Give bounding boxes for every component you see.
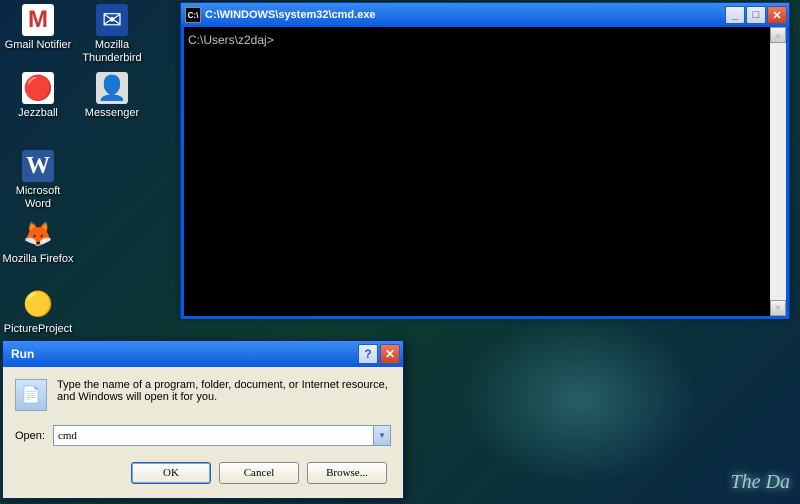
scroll-down-button[interactable]: ▼ bbox=[770, 300, 786, 316]
maximize-button[interactable]: □ bbox=[746, 6, 766, 24]
cmd-console-area[interactable]: C:\Users\z2daj> ▲ ▼ bbox=[181, 27, 789, 319]
desktop-icon-label: Mozilla Firefox bbox=[2, 253, 74, 266]
desktop-icon-thunderbird[interactable]: ✉ Mozilla Thunderbird bbox=[76, 4, 148, 65]
wallpaper-glow bbox=[440, 300, 720, 500]
desktop-icon-label: Jezzball bbox=[2, 107, 74, 120]
browse-button[interactable]: Browse... bbox=[307, 462, 387, 484]
ok-button[interactable]: OK bbox=[131, 462, 211, 484]
scroll-track[interactable] bbox=[770, 43, 786, 300]
close-button[interactable]: ✕ bbox=[767, 6, 787, 24]
desktop-icon-label: Gmail Notifier bbox=[2, 39, 74, 52]
run-program-icon: 📄 bbox=[15, 379, 47, 411]
jezzball-icon: 🔴 bbox=[22, 72, 54, 104]
run-open-label: Open: bbox=[15, 430, 45, 442]
wallpaper-corner-text: The Da bbox=[731, 471, 790, 494]
run-instruction-text: Type the name of a program, folder, docu… bbox=[57, 379, 391, 411]
cmd-window[interactable]: C:\ C:\WINDOWS\system32\cmd.exe _ □ ✕ C:… bbox=[180, 2, 790, 318]
desktop-icon-pictureproject[interactable]: 🟡 PictureProject bbox=[2, 288, 74, 336]
desktop-icon-label: Messenger bbox=[76, 107, 148, 120]
messenger-icon: 👤 bbox=[96, 72, 128, 104]
gmail-icon: M bbox=[22, 4, 54, 36]
run-title-text: Run bbox=[11, 347, 34, 361]
cmd-scrollbar[interactable]: ▲ ▼ bbox=[770, 27, 786, 316]
desktop-icon-label: Microsoft Word bbox=[2, 185, 74, 211]
chevron-down-icon: ▼ bbox=[378, 431, 386, 440]
run-titlebar[interactable]: Run ? ✕ bbox=[3, 341, 403, 367]
cmd-title-icon: C:\ bbox=[185, 7, 201, 23]
cmd-titlebar[interactable]: C:\ C:\WINDOWS\system32\cmd.exe _ □ ✕ bbox=[181, 3, 789, 27]
pictureproject-icon: 🟡 bbox=[22, 288, 54, 320]
desktop-icon-messenger[interactable]: 👤 Messenger bbox=[76, 72, 148, 120]
run-body: 📄 Type the name of a program, folder, do… bbox=[3, 367, 403, 498]
word-icon: W bbox=[22, 150, 54, 182]
desktop-icon-label: Mozilla Thunderbird bbox=[76, 39, 148, 65]
scroll-up-button[interactable]: ▲ bbox=[770, 27, 786, 43]
run-open-combobox[interactable]: ▼ bbox=[53, 425, 391, 446]
run-open-input[interactable] bbox=[54, 426, 373, 445]
cmd-title-text: C:\WINDOWS\system32\cmd.exe bbox=[205, 9, 376, 21]
cmd-prompt-line: C:\Users\z2daj> bbox=[188, 33, 782, 47]
desktop-icon-msword[interactable]: W Microsoft Word bbox=[2, 150, 74, 211]
help-button[interactable]: ? bbox=[358, 344, 378, 364]
minimize-button[interactable]: _ bbox=[725, 6, 745, 24]
desktop-icon-jezzball[interactable]: 🔴 Jezzball bbox=[2, 72, 74, 120]
run-dialog[interactable]: Run ? ✕ 📄 Type the name of a program, fo… bbox=[2, 340, 404, 499]
desktop-icon-label: PictureProject bbox=[2, 323, 74, 336]
desktop-icon-gmail-notifier[interactable]: M Gmail Notifier bbox=[2, 4, 74, 52]
thunderbird-icon: ✉ bbox=[96, 4, 128, 36]
firefox-icon: 🦊 bbox=[22, 218, 54, 250]
close-button[interactable]: ✕ bbox=[380, 344, 400, 364]
dropdown-button[interactable]: ▼ bbox=[373, 426, 390, 445]
desktop-icon-firefox[interactable]: 🦊 Mozilla Firefox bbox=[2, 218, 74, 266]
cancel-button[interactable]: Cancel bbox=[219, 462, 299, 484]
